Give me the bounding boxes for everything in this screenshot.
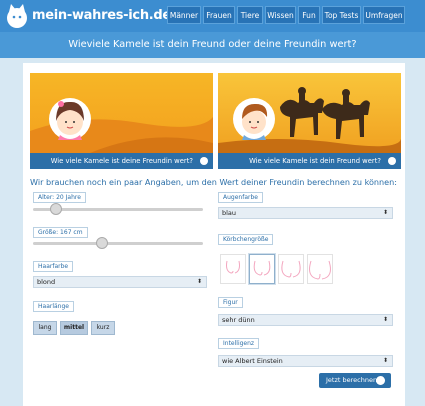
hair-color-label: Haarfarbe: [33, 261, 74, 272]
eye-color-select[interactable]: blau ⬍: [218, 207, 393, 219]
bust-option-4[interactable]: [307, 254, 333, 284]
bust-option-1[interactable]: [220, 254, 246, 284]
hair-length-mittel[interactable]: mittel: [60, 321, 88, 335]
hair-length-label: Haarlänge: [33, 301, 74, 312]
chevron-updown-icon: ⬍: [382, 316, 388, 323]
hero-girlfriend-caption[interactable]: Wie viele Kamele ist deine Freundin wert…: [30, 153, 213, 169]
intelligence-value: wie Albert Einstein: [222, 357, 283, 365]
submit-button-label: Jetzt berechnen!: [326, 376, 380, 384]
toggle-knob-icon: [376, 376, 385, 385]
bust-size-icon: [281, 260, 301, 278]
chevron-updown-icon: ⬍: [196, 278, 202, 285]
main-card: Wie viele Kamele ist deine Freundin wert…: [23, 63, 405, 406]
hair-color-value: blond: [37, 278, 56, 286]
chevron-updown-icon: ⬍: [382, 209, 388, 216]
nav-top-tests[interactable]: Top Tests: [322, 6, 361, 24]
eye-color-value: blau: [222, 209, 237, 217]
figure-label: Figur: [218, 297, 243, 308]
submit-button[interactable]: Jetzt berechnen!: [319, 373, 391, 388]
title-banner: Wieviele Kamele ist dein Freund oder dei…: [0, 32, 425, 58]
radio-icon: [200, 157, 208, 165]
chevron-updown-icon: ⬍: [382, 357, 388, 364]
nav-tiere[interactable]: Tiere: [237, 6, 263, 24]
nav-wissen[interactable]: Wissen: [265, 6, 296, 24]
height-label: Größe: 167 cm: [33, 227, 88, 238]
hair-length-lang[interactable]: lang: [33, 321, 57, 335]
page-title: Wieviele Kamele ist dein Freund oder dei…: [68, 39, 357, 50]
bust-label: Körbchengröße: [218, 234, 274, 245]
hero-boyfriend-caption[interactable]: Wie viele Kamele ist dein Freund wert?: [218, 153, 401, 169]
hero-girlfriend[interactable]: Wie viele Kamele ist deine Freundin wert…: [30, 73, 213, 169]
nav-maenner[interactable]: Männer: [167, 6, 201, 24]
intelligence-label: Intelligenz: [218, 338, 260, 349]
height-slider-thumb[interactable]: [96, 237, 108, 249]
eye-color-label: Augenfarbe: [218, 192, 263, 203]
form-intro: Wir brauchen noch ein paar Angaben, um d…: [30, 177, 398, 187]
bust-option-2[interactable]: [249, 254, 275, 284]
hero-boyfriend[interactable]: Wie viele Kamele ist dein Freund wert?: [218, 73, 401, 169]
hair-color-select[interactable]: blond ⬍: [33, 276, 207, 288]
cat-logo-icon[interactable]: [4, 3, 30, 29]
bust-size-icon: [253, 260, 271, 276]
bust-option-3[interactable]: [278, 254, 304, 284]
top-bar: mein-wahres-ich.de Männer Frauen Tiere W…: [0, 0, 425, 32]
hair-length-kurz[interactable]: kurz: [91, 321, 115, 335]
age-label: Alter: 20 Jahre: [33, 192, 86, 203]
site-name[interactable]: mein-wahres-ich.de: [32, 8, 171, 23]
bust-size-icon: [309, 260, 331, 280]
height-slider-track[interactable]: [33, 242, 203, 245]
nav-umfragen[interactable]: Umfragen: [363, 6, 405, 24]
age-slider-thumb[interactable]: [50, 203, 62, 215]
hero-girlfriend-caption-text: Wie viele Kamele ist deine Freundin wert…: [50, 157, 193, 165]
figure-value: sehr dünn: [222, 316, 255, 324]
intelligence-select[interactable]: wie Albert Einstein ⬍: [218, 355, 393, 367]
radio-icon: [388, 157, 396, 165]
nav-fun[interactable]: Fun: [298, 6, 320, 24]
figure-select[interactable]: sehr dünn ⬍: [218, 314, 393, 326]
bust-size-icon: [226, 260, 240, 274]
hero-boyfriend-caption-text: Wie viele Kamele ist dein Freund wert?: [249, 157, 381, 165]
nav-frauen[interactable]: Frauen: [203, 6, 235, 24]
